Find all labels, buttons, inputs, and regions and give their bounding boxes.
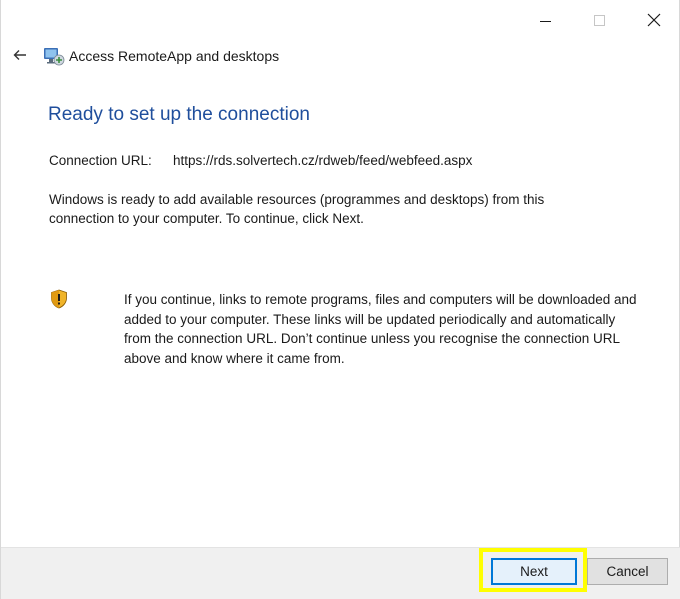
minimize-icon: [539, 20, 551, 22]
connection-url-value: https://rds.solvertech.cz/rdweb/feed/web…: [173, 153, 473, 168]
window-title: Access RemoteApp and desktops: [69, 48, 280, 64]
dialog-window: Access RemoteApp and desktops Ready to s…: [0, 0, 680, 599]
back-button[interactable]: [10, 45, 30, 65]
maximize-icon: [593, 14, 605, 26]
close-button[interactable]: [631, 0, 677, 40]
connection-url-label: Connection URL:: [49, 153, 152, 168]
minimize-button[interactable]: [522, 0, 568, 40]
maximize-button[interactable]: [576, 0, 622, 40]
connection-url-row: Connection URL: https://rds.solvertech.cz…: [49, 153, 472, 168]
page-title: Ready to set up the connection: [48, 104, 310, 125]
back-arrow-icon: [13, 50, 26, 60]
close-icon: [647, 13, 661, 27]
shield-warning-icon: [51, 289, 67, 309]
header-row: Access RemoteApp and desktops: [1, 40, 679, 74]
warning-text: If you continue, links to remote program…: [124, 292, 637, 366]
remoteapp-icon: [44, 48, 65, 66]
next-button[interactable]: Next: [491, 558, 577, 585]
cancel-button[interactable]: Cancel: [587, 558, 668, 585]
intro-text: Windows is ready to add available resour…: [49, 192, 545, 226]
